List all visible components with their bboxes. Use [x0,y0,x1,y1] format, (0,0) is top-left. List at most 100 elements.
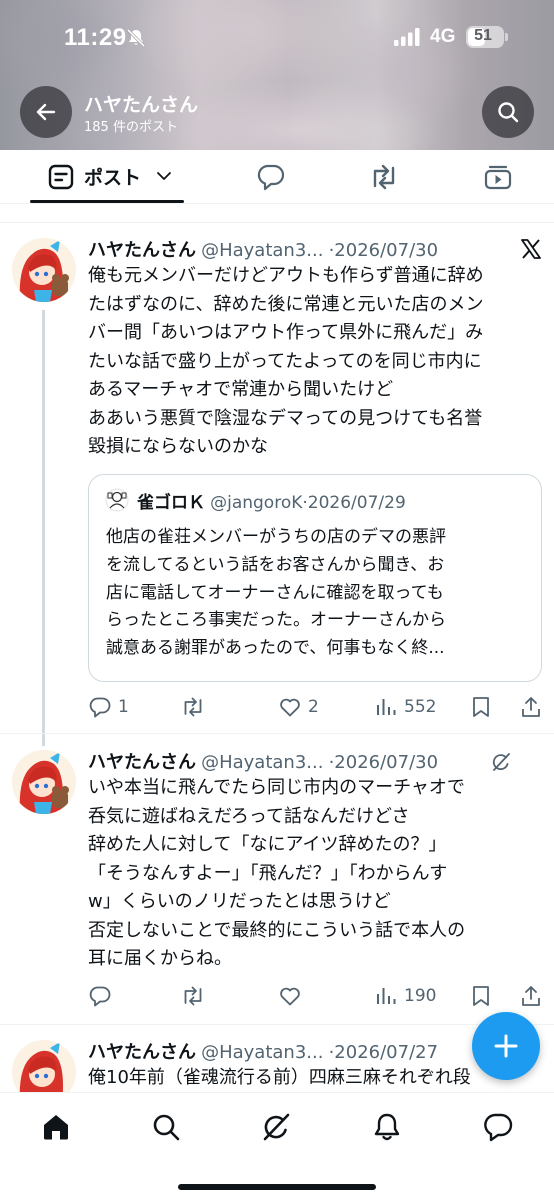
like-button[interactable] [278,982,308,1010]
author-handle[interactable]: @Hayatan3... [201,1042,323,1063]
post-line: w」くらいのノリだったとは思うけど [88,891,391,912]
search-button[interactable] [482,86,534,138]
compose-button[interactable] [472,1012,540,1080]
reply-button[interactable] [88,982,118,1010]
quote-author-handle: @jangoroK [210,493,303,513]
post-line: いや本当に飛んでたら同じ市内のマーチャオで [88,777,465,798]
view-count: 552 [404,697,437,717]
author-handle[interactable]: @Hayatan3... [201,752,323,773]
nav-grok[interactable] [260,1111,292,1143]
post-line: 耳に届くからね。 [88,948,232,969]
notifications-icon [374,1113,400,1141]
post-line: 否定しないことで最終的にこういう話で本人の [88,919,466,941]
views-button[interactable]: 190 [374,982,436,1010]
heart-icon [280,698,300,717]
bell-off-icon [126,28,146,48]
bar-chart-icon [377,699,396,715]
avatar-illustration [12,238,76,302]
repost-button[interactable] [180,693,212,721]
plus-icon [494,1034,518,1058]
nav-messages[interactable] [482,1111,514,1143]
share-icon [522,986,540,1006]
quote-line: 誠意ある謝罪があったので、何事もなく終... [106,638,445,659]
reply-button[interactable]: 1 [88,693,129,721]
post-divider [0,1024,554,1025]
view-count: 190 [404,986,437,1006]
quote-line: 店に電話してオーナーさんに確認を取っても [106,582,444,603]
avatar-illustration [12,750,76,814]
post-text: いや本当に飛んでたら同じ市内のマーチャオで 呑気に遊ばねえだろって話なんだけどさ… [88,774,544,974]
post-actions: 190 [0,982,554,1010]
share-button[interactable] [520,982,542,1010]
author-name[interactable]: ハヤたんさん [88,752,196,773]
battery-tip [505,33,508,41]
post-date[interactable]: 2026/07/30 [334,240,438,261]
quote-date: 2026/07/29 [307,493,406,513]
nav-search[interactable] [150,1111,182,1143]
post-line: あるマーチャオで常連から聞いたけど [88,379,394,400]
quote-header: 雀ゴロＫ @jangoroK·2026/07/29 [137,488,406,513]
post-line: ああいう悪質で陰湿なデマっての見つけても名誉 [88,407,483,429]
quote-line: 他店の雀荘メンバーがうちの店のデマの悪評 [106,527,446,547]
bookmark-button[interactable] [470,693,492,721]
quote-line: らったところ事実だった。オーナーさんから [106,610,446,631]
post-line: バー間「あいつはアウト作って県外に飛んだ」み [88,322,484,343]
x-logo-icon [521,239,541,259]
post-header: ハヤたんさん @Hayatan3... ·2026/07/30 [88,748,438,774]
like-count: 2 [308,697,319,717]
bar-chart-icon [377,988,396,1004]
author-name[interactable]: ハヤたんさん [88,1042,196,1063]
grok-icon[interactable] [490,751,512,773]
tab-posts[interactable]: ポスト [30,150,184,204]
profile-tabs: ポスト [0,150,554,204]
post-actions: 1 2 552 [0,693,554,721]
messages-icon [484,1113,513,1142]
post-count: 185 件のポスト [84,120,178,135]
status-time: 11:29 [64,24,127,51]
thread-line [42,310,45,746]
repost-icon[interactable] [368,162,400,192]
home-icon [44,1115,68,1140]
like-button[interactable]: 2 [278,693,319,721]
reply-count: 1 [118,697,129,717]
nav-home[interactable] [40,1111,72,1143]
quote-line: を流してるという話をお客さんから聞き、お [106,554,445,575]
media-icon[interactable] [484,162,512,192]
views-button[interactable]: 552 [374,693,436,721]
back-button[interactable] [20,86,72,138]
share-icon [522,697,540,717]
post-date[interactable]: 2026/07/27 [334,1042,438,1063]
quote-avatar [105,488,129,512]
signal-icon [394,28,420,46]
arrow-left-icon [36,103,56,121]
reply-icon [89,986,111,1007]
repost-button[interactable] [180,982,212,1010]
home-indicator [178,1184,376,1190]
post-header: ハヤたんさん @Hayatan3... ·2026/07/30 [88,236,438,262]
post-divider [0,733,554,734]
avatar[interactable] [12,238,76,302]
posts-icon [48,164,74,190]
share-button[interactable] [520,693,542,721]
heart-icon [280,987,300,1006]
author-name[interactable]: ハヤたんさん [88,240,196,261]
avatar[interactable] [12,750,76,814]
quoted-post[interactable]: 雀ゴロＫ @jangoroK·2026/07/29 他店の雀荘メンバーがうちの店… [88,474,542,682]
profile-header: 11:29 4G 51 ハヤたんさん 185 件のポスト [0,0,554,150]
author-handle[interactable]: @Hayatan3... [201,240,323,261]
grok-icon [263,1113,290,1141]
reply-bubble-icon[interactable] [256,162,286,192]
post-line: 俺も元メンバーだけどアウトも作らず普通に辞め [88,265,484,286]
post-line: 「そうなんすよー」「飛んだ？」「わからんす [88,862,448,884]
post-line: 辞めた人に対して「なにアイツ辞めたの？」 [88,834,447,855]
repost-icon [184,986,202,1006]
quote-text: 他店の雀荘メンバーがうちの店のデマの悪評 を流してるという話をお客さんから聞き、… [106,524,530,663]
post-date[interactable]: 2026/07/30 [334,752,438,773]
status-bar: 11:29 4G 51 [0,0,554,76]
chevron-down-icon[interactable] [156,170,172,182]
nav-notifications[interactable] [371,1111,403,1143]
search-icon [498,102,519,123]
bookmark-button[interactable] [470,982,492,1010]
post-text: 俺も元メンバーだけどアウトも作らず普通に辞め たはずなのに、辞めた後に常連と元い… [88,262,544,462]
post-text: 俺10年前（雀魂流行る前）四麻三麻それぞれ段 [88,1064,544,1093]
